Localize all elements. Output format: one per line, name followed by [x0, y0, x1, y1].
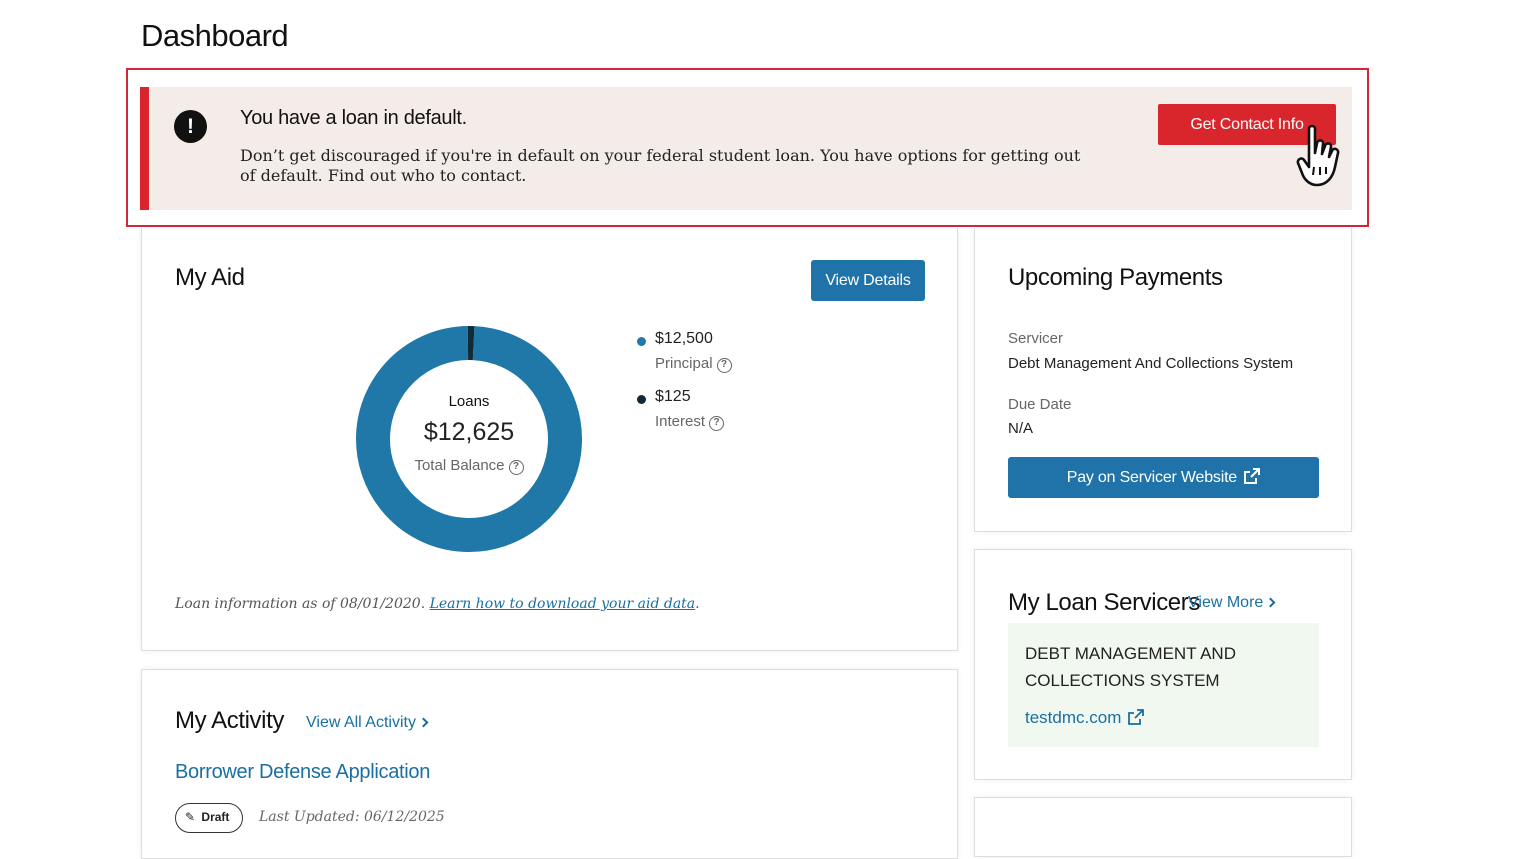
donut-center: Loans $12,625 Total Balance?	[389, 393, 549, 475]
page-title: Dashboard	[141, 18, 289, 53]
due-date-value: N/A	[1008, 420, 1034, 437]
external-link-icon	[1128, 709, 1144, 725]
alert-body: Don’t get discouraged if you're in defau…	[240, 146, 1081, 185]
loan-info-footnote: Loan information as of 08/01/2020. Learn…	[175, 596, 700, 612]
download-aid-data-link[interactable]: Learn how to download your aid data	[430, 596, 696, 612]
my-activity-title: My Activity	[175, 707, 284, 734]
status-badge-label: Draft	[201, 810, 230, 824]
servicer-name-line-2: COLLECTIONS SYSTEM	[1025, 671, 1220, 690]
my-loan-servicers-card: My Loan Servicers View More DEBT MANAGEM…	[974, 549, 1352, 780]
due-date-label: Due Date	[1008, 396, 1072, 413]
status-badge: ✎ Draft	[175, 803, 243, 833]
servicer-value: Debt Management And Collections System	[1008, 355, 1294, 372]
interest-legend-dot	[637, 395, 646, 404]
my-aid-card: My Aid View Details Loans $12,625 Total …	[141, 228, 958, 651]
upcoming-payments-title: Upcoming Payments	[1008, 264, 1223, 291]
interest-label: Interest	[655, 413, 706, 430]
view-details-button[interactable]: View Details	[811, 260, 925, 301]
help-icon[interactable]: ?	[508, 460, 524, 475]
exclamation-icon: !	[174, 110, 207, 143]
principal-label: Principal	[655, 355, 713, 372]
interest-label-row: Interest?	[655, 413, 725, 431]
view-all-activity-link[interactable]: View All Activity	[306, 714, 429, 732]
my-aid-title: My Aid	[175, 264, 245, 291]
next-card	[974, 797, 1352, 857]
pay-button-label: Pay on Servicer Website	[1066, 469, 1238, 486]
servicer-label: Servicer	[1008, 330, 1064, 347]
servicer-website-label: testdmc.com	[1025, 708, 1122, 727]
view-all-activity-label: View All Activity	[306, 714, 416, 731]
chevron-right-icon	[1265, 597, 1276, 608]
default-alert: ! You have a loan in default. Don’t get …	[140, 87, 1352, 210]
last-updated-text: Last Updated: 06/12/2025	[259, 809, 445, 825]
interest-amount: $125	[655, 388, 691, 405]
view-more-label: View More	[1188, 594, 1264, 611]
hand-pointer-icon	[1296, 124, 1340, 187]
servicer-website-link[interactable]: testdmc.com	[1025, 708, 1144, 728]
help-icon[interactable]: ?	[709, 416, 725, 431]
principal-legend-dot	[637, 337, 646, 346]
total-balance-value: $12,625	[423, 418, 515, 446]
principal-amount: $12,500	[655, 330, 713, 347]
servicer-name-line-1: DEBT MANAGEMENT AND	[1025, 644, 1236, 663]
my-activity-card: My Activity View All Activity Borrower D…	[141, 669, 958, 859]
servicer-tile: DEBT MANAGEMENT AND COLLECTIONS SYSTEM t…	[1008, 623, 1319, 747]
loan-info-date-text: Loan information as of 08/01/2020.	[175, 596, 426, 612]
edit-icon: ✎	[185, 810, 196, 824]
upcoming-payments-card: Upcoming Payments Servicer Debt Manageme…	[974, 228, 1352, 532]
donut-center-label: Loans	[448, 393, 490, 410]
pay-on-servicer-website-button[interactable]: Pay on Servicer Website	[1008, 457, 1319, 498]
total-balance-label: Total Balance?	[389, 457, 549, 475]
alert-title: You have a loan in default.	[240, 107, 467, 129]
chevron-right-icon	[418, 717, 429, 728]
my-loan-servicers-title: My Loan Servicers	[1008, 589, 1200, 616]
external-link-icon	[1244, 468, 1261, 484]
borrower-defense-application-link[interactable]: Borrower Defense Application	[175, 761, 430, 784]
help-icon[interactable]: ?	[716, 358, 732, 373]
principal-label-row: Principal?	[655, 355, 732, 373]
view-more-link[interactable]: View More	[1188, 594, 1276, 612]
footnote-period: .	[695, 596, 700, 612]
total-balance-text: Total Balance	[414, 457, 505, 474]
